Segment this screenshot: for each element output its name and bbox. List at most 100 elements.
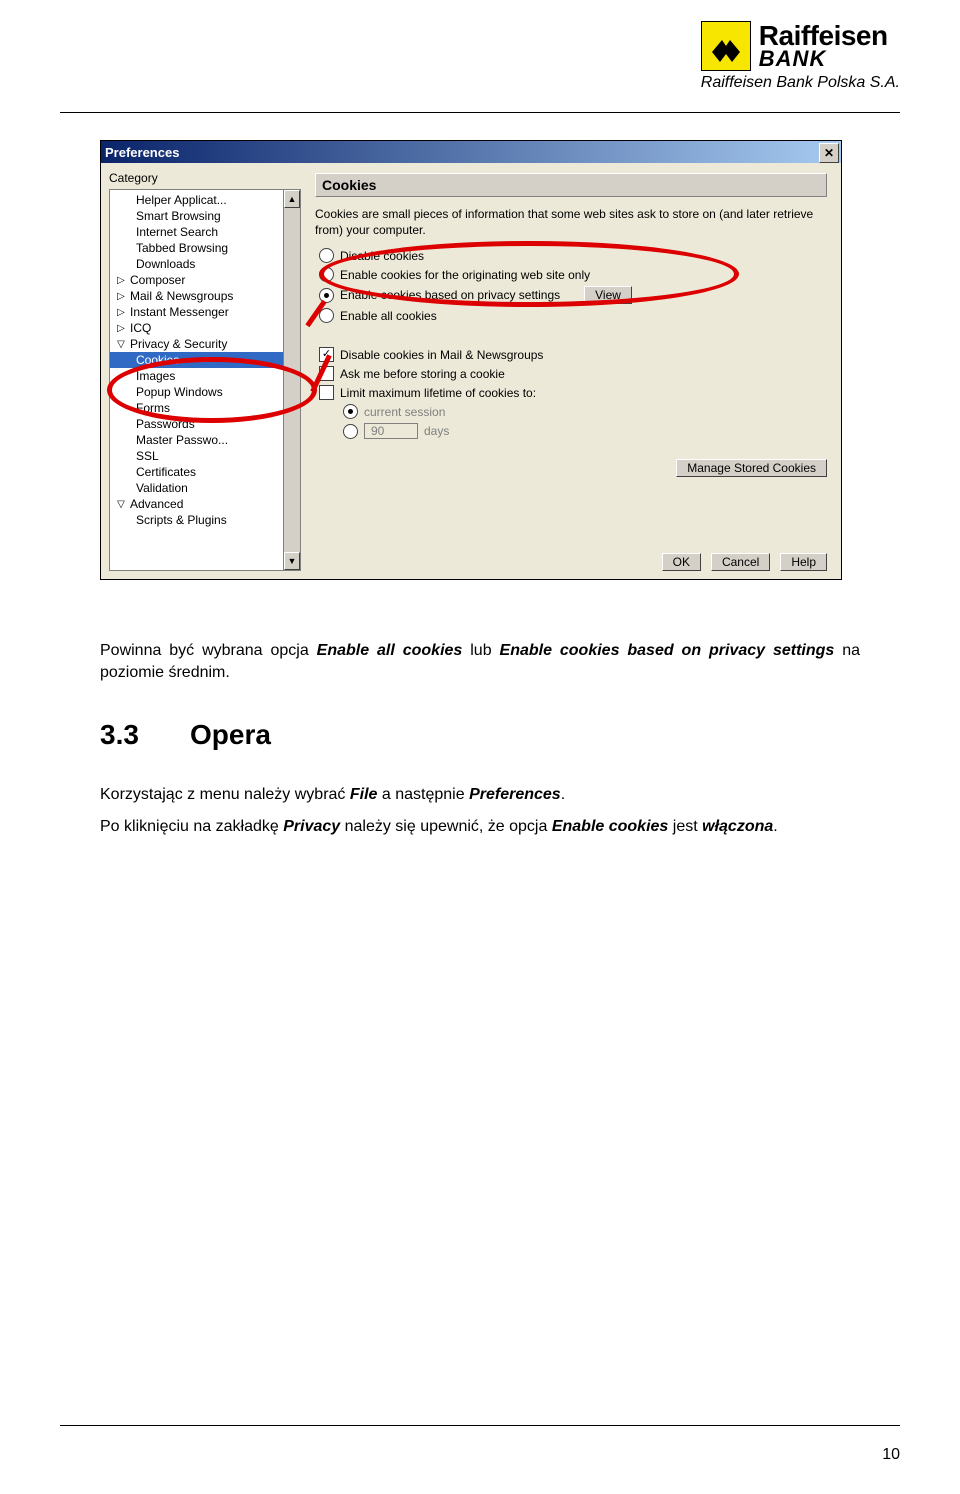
emphasis: File [350, 786, 378, 803]
tree-item[interactable]: SSL [110, 448, 283, 464]
checkbox-icon [319, 347, 334, 362]
emphasis: włączona [702, 818, 773, 835]
radio-option[interactable]: Enable all cookies [319, 308, 827, 323]
tree-item-label: Passwords [136, 417, 195, 431]
tree-item[interactable]: Certificates [110, 464, 283, 480]
checkbox-label: Limit maximum lifetime of cookies to: [340, 386, 536, 400]
tree-item[interactable]: Popup Windows [110, 384, 283, 400]
limit-days-input[interactable]: 90 [364, 423, 418, 439]
footer-rule [60, 1425, 900, 1426]
titlebar[interactable]: Preferences ✕ [101, 141, 841, 163]
tree-item[interactable]: ▽Privacy & Security [110, 336, 283, 352]
tree-item-label: Images [136, 369, 175, 383]
cookie-check-group: Disable cookies in Mail & Newsgroups Ask … [315, 347, 827, 400]
tree-item-label: Master Passwo... [136, 433, 228, 447]
cookie-radio-group: Disable cookies Enable cookies for the or… [315, 248, 827, 323]
tree-twist-icon: ▷ [116, 275, 126, 286]
ok-button[interactable]: OK [662, 553, 701, 571]
emphasis: Enable cookies based on privacy settings [500, 642, 835, 659]
limit-current-session-label: current session [364, 405, 445, 419]
tree-item[interactable]: Internet Search [110, 224, 283, 240]
tree-item[interactable]: Helper Applicat... [110, 192, 283, 208]
tree-item[interactable]: ▷ Mail & Newsgroups [110, 288, 283, 304]
tree-item-label: Instant Messenger [130, 305, 229, 319]
radio-option[interactable]: Enable cookies for the originating web s… [319, 267, 827, 282]
checkbox-label: Disable cookies in Mail & Newsgroups [340, 348, 543, 362]
scroll-down-button[interactable]: ▼ [284, 552, 300, 570]
limit-days-radio[interactable] [343, 424, 358, 439]
tree-item-label: Mail & Newsgroups [130, 289, 233, 303]
header-rule [60, 112, 900, 113]
tree-item-label: Composer [130, 273, 185, 287]
tree-item[interactable]: Passwords [110, 416, 283, 432]
radio-label: Enable cookies based on privacy settings [340, 288, 560, 302]
tree-item-label: Advanced [130, 497, 183, 511]
preferences-dialog: Preferences ✕ Category Helper Applicat..… [100, 140, 842, 580]
tree-item[interactable]: ▷ Instant Messenger [110, 304, 283, 320]
body-text: Powinna być wybrana opcja Enable all coo… [100, 640, 860, 869]
panel-description: Cookies are small pieces of information … [315, 207, 827, 238]
tree-item[interactable]: Images [110, 368, 283, 384]
tree-item-label: Scripts & Plugins [136, 513, 227, 527]
tree-item-label: Smart Browsing [136, 209, 221, 223]
cancel-button[interactable]: Cancel [711, 553, 770, 571]
brand-header: Raiffeisen BANK Raiffeisen Bank Polska S… [701, 20, 900, 92]
scrollbar[interactable]: ▲ ▼ [283, 190, 300, 570]
tree-twist-icon: ▷ [116, 291, 126, 302]
section-number: 3.3 [100, 715, 190, 754]
section-heading: 3.3Opera [100, 715, 860, 754]
radio-option[interactable]: Enable cookies based on privacy settings… [319, 286, 827, 304]
tree-item-label: Internet Search [136, 225, 218, 239]
checkbox-option[interactable]: Ask me before storing a cookie [319, 366, 827, 381]
checkbox-icon [319, 385, 334, 400]
checkbox-option[interactable]: Limit maximum lifetime of cookies to: [319, 385, 827, 400]
paragraph-3: Po kliknięciu na zakładkę Privacy należy… [100, 816, 860, 838]
tree-item[interactable]: Scripts & Plugins [110, 512, 283, 528]
page: Raiffeisen BANK Raiffeisen Bank Polska S… [0, 0, 960, 1494]
close-button[interactable]: ✕ [819, 143, 839, 163]
view-button[interactable]: View [584, 286, 632, 304]
tree-item[interactable]: ▷ ICQ [110, 320, 283, 336]
tree-item[interactable]: ▷ Composer [110, 272, 283, 288]
tree-item-label: Validation [136, 481, 188, 495]
content-pane: Cookies Cookies are small pieces of info… [301, 163, 841, 579]
paragraph-2: Korzystając z menu należy wybrać File a … [100, 784, 860, 806]
tree-item-label: Certificates [136, 465, 196, 479]
radio-label: Enable all cookies [340, 309, 437, 323]
tree-item[interactable]: Cookies [110, 352, 283, 368]
checkbox-option[interactable]: Disable cookies in Mail & Newsgroups [319, 347, 827, 362]
tree-item[interactable]: Downloads [110, 256, 283, 272]
help-button[interactable]: Help [780, 553, 827, 571]
tree-twist-icon: ▷ [116, 323, 126, 334]
tree-item[interactable]: Master Passwo... [110, 432, 283, 448]
checkbox-label: Ask me before storing a cookie [340, 367, 505, 381]
tree-item[interactable]: ▽ Advanced [110, 496, 283, 512]
tree-item[interactable]: Tabbed Browsing [110, 240, 283, 256]
tree-item[interactable]: Forms [110, 400, 283, 416]
radio-label: Disable cookies [340, 249, 424, 263]
paragraph-1: Powinna być wybrana opcja Enable all coo… [100, 640, 860, 685]
limit-days-label: days [424, 424, 449, 438]
radio-label: Enable cookies for the originating web s… [340, 268, 590, 282]
category-tree[interactable]: Helper Applicat...Smart Browsing Internet… [110, 190, 283, 570]
limit-current-session-radio[interactable] [343, 404, 358, 419]
dialog-title: Preferences [105, 145, 179, 160]
emphasis: Preferences [469, 786, 561, 803]
scroll-down-icon: ▼ [288, 556, 297, 566]
tree-item[interactable]: Smart Browsing [110, 208, 283, 224]
radio-icon [319, 288, 334, 303]
radio-option[interactable]: Disable cookies [319, 248, 827, 263]
category-label: Category [109, 171, 301, 185]
scroll-up-icon: ▲ [288, 194, 297, 204]
manage-cookies-button[interactable]: Manage Stored Cookies [676, 459, 827, 477]
brand-subtitle: Raiffeisen Bank Polska S.A. [701, 74, 900, 92]
tree-twist-icon: ▷ [116, 307, 126, 318]
page-number: 10 [882, 1446, 900, 1464]
checkbox-icon [319, 366, 334, 381]
tree-item-label: Forms [136, 401, 170, 415]
scroll-up-button[interactable]: ▲ [284, 190, 300, 208]
tree-item-label: ICQ [130, 321, 151, 335]
tree-twist-icon: ▽ [116, 499, 126, 510]
tree-item[interactable]: Validation [110, 480, 283, 496]
close-icon: ✕ [824, 146, 834, 160]
